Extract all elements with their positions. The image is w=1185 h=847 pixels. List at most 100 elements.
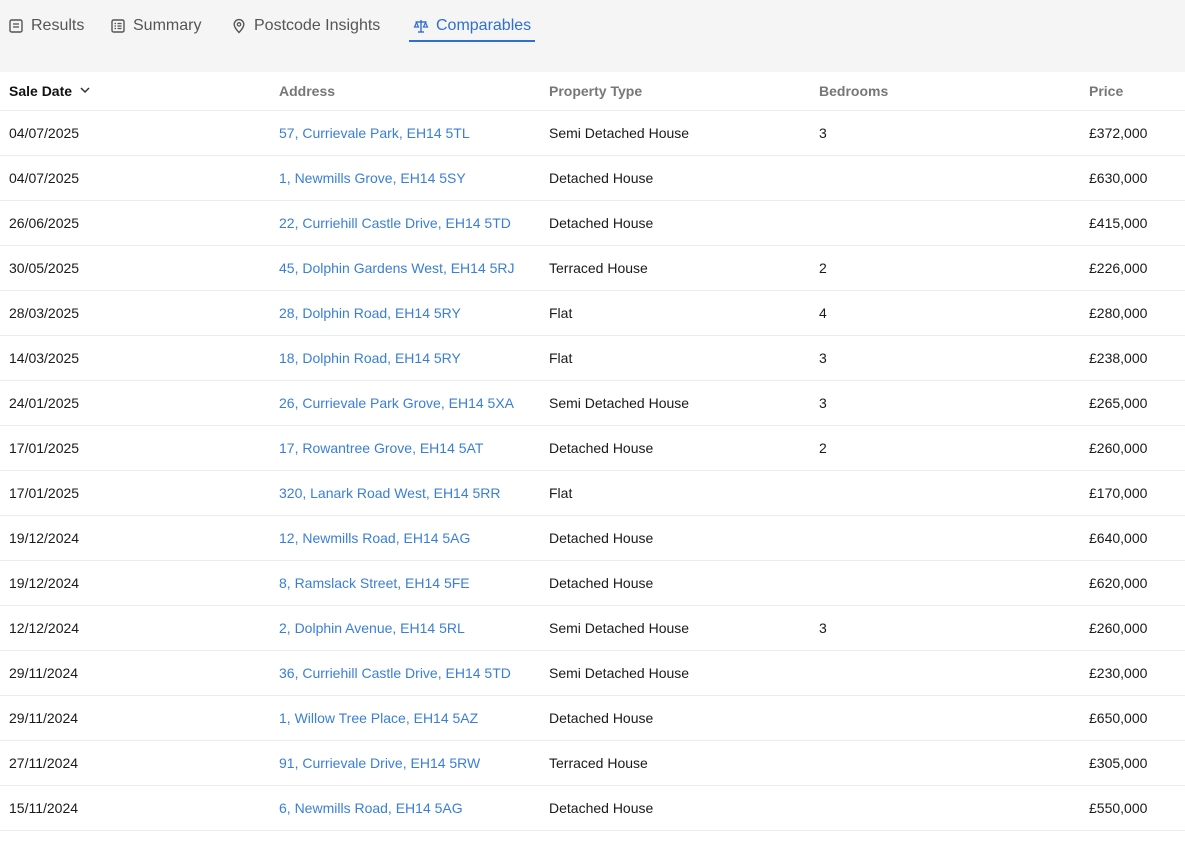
sale-date-cell: 04/07/2025 — [9, 170, 80, 186]
sale-date-cell: 19/12/2024 — [9, 575, 80, 591]
address-link[interactable]: 2, Dolphin Avenue, EH14 5RL — [279, 620, 465, 636]
address-link-container: 1, Newmills Grove, EH14 5SY — [279, 156, 466, 200]
price-cell-container: £260,000 — [1089, 426, 1147, 470]
sale-date-cell-container: 26/06/2025 — [9, 201, 79, 245]
sale-date-cell-container: 17/01/2025 — [9, 471, 79, 515]
price-header[interactable]: Price — [1089, 72, 1123, 110]
address-link-container: 22, Curriehill Castle Drive, EH14 5TD — [279, 201, 511, 245]
tab-results[interactable]: Results — [8, 12, 84, 40]
property-type-cell: Terraced House — [549, 755, 648, 771]
price-cell: £260,000 — [1089, 620, 1148, 636]
address-link[interactable]: 18, Dolphin Road, EH14 5RY — [279, 350, 461, 366]
address-link-container: 320, Lanark Road West, EH14 5RR — [279, 471, 501, 515]
tab-summary[interactable]: Summary — [110, 12, 201, 40]
bedrooms-cell: 3 — [819, 125, 827, 141]
tab-comparables[interactable]: Comparables — [408, 12, 536, 42]
price-cell: £305,000 — [1089, 755, 1148, 771]
price-cell: £620,000 — [1089, 575, 1148, 591]
property-type-cell: Flat — [549, 305, 573, 321]
sale-date-cell: 29/11/2024 — [9, 710, 79, 726]
property-type-cell: Detached House — [549, 215, 654, 231]
sale-date-cell: 24/01/2025 — [9, 395, 80, 411]
property-type-cell-container: Semi Detached House — [549, 111, 689, 155]
address-link[interactable]: 28, Dolphin Road, EH14 5RY — [279, 305, 461, 321]
price-cell: £280,000 — [1089, 305, 1148, 321]
property-type-cell: Detached House — [549, 710, 654, 726]
address-link[interactable]: 36, Curriehill Castle Drive, EH14 5TD — [279, 665, 511, 681]
sale-date-cell-container: 17/01/2025 — [9, 426, 79, 470]
property-type-cell-container: Semi Detached House — [549, 651, 689, 695]
price-cell-container: £305,000 — [1089, 741, 1147, 785]
sale-date-cell: 14/03/2025 — [9, 350, 80, 366]
address-link-container: 17, Rowantree Grove, EH14 5AT — [279, 426, 483, 470]
property-type-cell-container: Detached House — [549, 561, 653, 605]
sale-date-cell: 27/11/2024 — [9, 755, 79, 771]
table-row: 30/05/2025 45, Dolphin Gardens West, EH14… — [0, 246, 1185, 291]
property-type-cell: Flat — [549, 350, 573, 366]
tab-postcode-insights[interactable]: Postcode Insights — [231, 12, 380, 40]
address-link-container: 18, Dolphin Road, EH14 5RY — [279, 336, 461, 380]
sale-date-cell: 29/11/2024 — [9, 665, 79, 681]
property-type-cell-container: Semi Detached House — [549, 831, 689, 847]
bedrooms-cell-container: 3 — [819, 606, 827, 650]
sale-date-cell-container: 29/11/2024 — [9, 651, 78, 695]
list-icon — [110, 18, 126, 34]
property-type-cell: Detached House — [549, 530, 654, 546]
sale-date-header[interactable]: Sale Date — [9, 72, 91, 110]
price-cell-container: £650,000 — [1089, 696, 1147, 740]
table-row: 28/03/2025 28, Dolphin Road, EH14 5RY Flat… — [0, 291, 1185, 336]
table-header-row: Sale Date Address Property Type Bedrooms… — [0, 72, 1185, 111]
property-type-cell: Detached House — [549, 440, 654, 456]
property-type-cell-container: Detached House — [549, 201, 653, 245]
property-type-cell: Semi Detached House — [549, 395, 690, 411]
address-link[interactable]: 320, Lanark Road West, EH14 5RR — [279, 485, 501, 501]
price-cell-container: £415,000 — [1089, 201, 1147, 245]
price-cell: £630,000 — [1089, 170, 1148, 186]
table-row: 19/12/2024 8, Ramslack Street, EH14 5FE De… — [0, 561, 1185, 606]
price-cell: £226,000 — [1089, 260, 1148, 276]
address-link-container: 45, Dolphin Gardens West, EH14 5RJ — [279, 246, 515, 290]
address-link-container: 1, Willow Tree Place, EH14 5AZ — [279, 696, 478, 740]
bedrooms-cell-container: 3 — [819, 111, 827, 155]
property-type-cell-container: Detached House — [549, 426, 653, 470]
address-link[interactable]: 1, Willow Tree Place, EH14 5AZ — [279, 710, 478, 726]
address-link[interactable]: 57, Currievale Park, EH14 5TL — [279, 125, 470, 141]
bedrooms-cell-container: 2 — [819, 426, 827, 470]
property-type-cell: Semi Detached House — [549, 125, 690, 141]
address-link[interactable]: 8, Ramslack Street, EH14 5FE — [279, 575, 470, 591]
sale-date-cell-container: 04/07/2025 — [9, 111, 79, 155]
price-cell-container: £260,000 — [1089, 606, 1147, 650]
sale-date-cell: 17/01/2025 — [9, 440, 80, 456]
property-type-cell-container: Flat — [549, 291, 572, 335]
address-link[interactable]: 26, Currievale Park Grove, EH14 5XA — [279, 395, 514, 411]
property-type-cell: Detached House — [549, 800, 654, 816]
table-row: 17/01/2025 17, Rowantree Grove, EH14 5AT D… — [0, 426, 1185, 471]
address-link-container: 26, Currievale Park Grove, EH14 5XA — [279, 381, 514, 425]
tab-bar: Results Summary Postcode Insights Compar… — [0, 0, 1185, 72]
bedrooms-cell-container: 3 — [819, 381, 827, 425]
address-link[interactable]: 91, Currievale Drive, EH14 5RW — [279, 755, 480, 771]
table-row: 19/12/2024 12, Newmills Road, EH14 5AG Det… — [0, 516, 1185, 561]
address-link-container: 6, Newmills Road, EH14 5AG — [279, 786, 463, 830]
sale-date-cell-container: 15/11/2024 — [9, 786, 78, 830]
address-link[interactable]: 17, Rowantree Grove, EH14 5AT — [279, 440, 483, 456]
address-link[interactable]: 12, Newmills Road, EH14 5AG — [279, 530, 470, 546]
table-row: 24/01/2025 26, Currievale Park Grove, EH1… — [0, 381, 1185, 426]
document-icon — [8, 18, 24, 34]
property-type-header[interactable]: Property Type — [549, 72, 642, 110]
tab-label: Results — [31, 17, 85, 34]
table-body: 04/07/2025 57, Currievale Park, EH14 5TL S… — [0, 111, 1185, 847]
address-header[interactable]: Address — [279, 72, 335, 110]
table-row: 14/03/2025 18, Dolphin Road, EH14 5RY Flat… — [0, 336, 1185, 381]
address-link[interactable]: 6, Newmills Road, EH14 5AG — [279, 800, 463, 816]
sale-date-cell-container: 04/07/2025 — [9, 156, 79, 200]
property-type-cell-container: Detached House — [549, 696, 653, 740]
address-link[interactable]: 1, Newmills Grove, EH14 5SY — [279, 170, 466, 186]
price-cell-container: £280,000 — [1089, 291, 1147, 335]
tab-label: Comparables — [436, 17, 532, 34]
address-link[interactable]: 22, Curriehill Castle Drive, EH14 5TD — [279, 215, 511, 231]
address-link-container: 44, Curriehill Castle Drive, EH14 5TD — [279, 831, 511, 847]
table-row: 04/07/2025 1, Newmills Grove, EH14 5SY Det… — [0, 156, 1185, 201]
bedrooms-header[interactable]: Bedrooms — [819, 72, 888, 110]
address-link[interactable]: 45, Dolphin Gardens West, EH14 5RJ — [279, 260, 515, 276]
